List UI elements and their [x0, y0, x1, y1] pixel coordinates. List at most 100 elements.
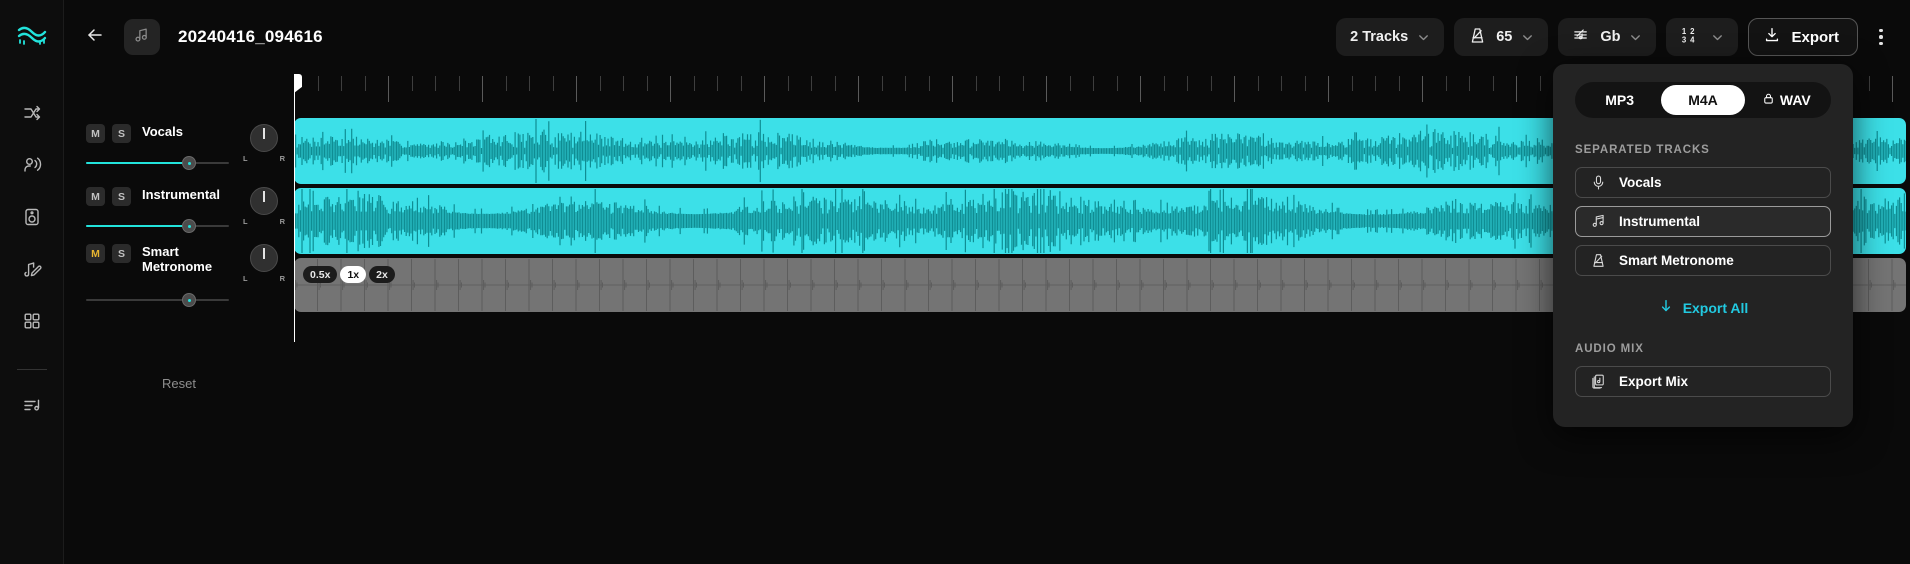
solo-button-smart-metronome[interactable]: S [112, 244, 131, 263]
key-selector[interactable]: Gb [1558, 18, 1657, 56]
ruler-tick [1116, 76, 1118, 91]
ruler-tick [482, 76, 483, 102]
metronome-icon [1468, 26, 1487, 49]
format-switch[interactable]: MP3 M4A WAV [1575, 82, 1831, 118]
volume-slider-instrumental[interactable] [86, 219, 229, 233]
separated-tracks-label: SEPARATED TRACKS [1575, 144, 1710, 156]
sidebar-item-apps[interactable] [12, 303, 52, 343]
speed-option-1[interactable]: 1x [340, 266, 367, 283]
back-button[interactable] [78, 20, 112, 54]
ruler-tick [693, 76, 695, 91]
sidebar-item-playlist[interactable] [12, 388, 52, 428]
pan-dial[interactable] [250, 124, 278, 152]
svg-text:3: 3 [1682, 35, 1687, 44]
ruler-tick [1069, 76, 1071, 91]
more-vertical-icon [1879, 28, 1883, 46]
export-mix-label: Export Mix [1619, 374, 1689, 389]
key-signature-icon [1572, 26, 1591, 49]
playback-speed-toggle[interactable]: 0.5x 1x 2x [303, 266, 395, 283]
export-dropdown-menu: MP3 M4A WAV SEPARATED TRACKS Vocals Inst… [1553, 64, 1853, 427]
ruler-tick [1281, 76, 1282, 91]
export-mix-button[interactable]: Export Mix [1575, 366, 1831, 397]
tempo-selector[interactable]: 65 [1454, 18, 1549, 56]
ruler-tick [1234, 76, 1235, 102]
reset-button[interactable]: Reset [64, 376, 294, 391]
sidebar-item-voice[interactable] [12, 147, 52, 187]
sidebar-item-share[interactable] [12, 95, 52, 135]
slider-knob[interactable] [181, 219, 196, 233]
project-thumbnail[interactable] [124, 19, 160, 55]
format-label-m4a: M4A [1688, 92, 1718, 108]
ruler-tick [364, 76, 366, 91]
export-item-label-instrumental: Instrumental [1619, 214, 1701, 229]
ruler-tick [529, 76, 530, 91]
share-arrows-icon [22, 103, 42, 128]
pan-left-label: L [243, 274, 248, 283]
pan-dial[interactable] [250, 187, 278, 215]
tracks-selector[interactable]: 2 Tracks [1336, 18, 1445, 56]
pan-control-smart-metronome[interactable]: L R [242, 244, 286, 283]
export-button[interactable]: Export [1748, 18, 1858, 56]
ruler-tick [1046, 76, 1047, 102]
time-signature-icon: 1 2 3 4 [1680, 25, 1702, 49]
mute-button-vocals[interactable]: M [86, 124, 105, 143]
stacked-files-icon [1590, 373, 1607, 390]
ruler-tick [905, 76, 906, 91]
format-option-mp3[interactable]: MP3 [1578, 85, 1661, 115]
solo-button-vocals[interactable]: S [112, 124, 131, 143]
pan-dial[interactable] [250, 244, 278, 272]
export-item-smart-metronome[interactable]: Smart Metronome [1575, 245, 1831, 276]
slider-knob[interactable] [181, 293, 196, 307]
export-all-button[interactable]: Export All [1575, 298, 1831, 317]
pan-right-label: R [279, 217, 285, 226]
pan-control-instrumental[interactable]: L R [242, 187, 286, 226]
toolbar-controls: 2 Tracks 65 Gb 1 2 3 4 Export [1336, 18, 1910, 56]
mute-button-instrumental[interactable]: M [86, 187, 105, 206]
slider-knob[interactable] [181, 156, 196, 170]
ruler-tick [1163, 76, 1165, 91]
metronome-icon [1590, 252, 1607, 269]
ruler-tick [1022, 76, 1024, 91]
format-option-wav[interactable]: WAV [1745, 85, 1828, 115]
ruler-tick [1375, 76, 1376, 91]
speed-option-2[interactable]: 2x [369, 266, 395, 283]
app-logo[interactable] [17, 24, 47, 51]
ruler-tick [623, 76, 624, 91]
sidebar-item-speaker[interactable] [12, 199, 52, 239]
export-item-vocals[interactable]: Vocals [1575, 167, 1831, 198]
pan-left-label: L [243, 217, 248, 226]
export-item-label-vocals: Vocals [1619, 175, 1662, 190]
volume-slider-vocals[interactable] [86, 156, 229, 170]
chevron-down-icon [1711, 31, 1724, 44]
sidebar-item-edit[interactable] [12, 251, 52, 291]
ruler-tick [1257, 76, 1259, 91]
chevron-down-icon [1417, 31, 1430, 44]
pan-control-vocals[interactable]: L R [242, 124, 286, 163]
ruler-tick [881, 76, 883, 91]
chevron-down-icon [1629, 31, 1642, 44]
solo-button-instrumental[interactable]: S [112, 187, 131, 206]
audio-mix-label: AUDIO MIX [1575, 343, 1644, 355]
format-option-m4a[interactable]: M4A [1661, 85, 1745, 115]
time-signature-selector[interactable]: 1 2 3 4 [1666, 18, 1739, 56]
track-control-smart-metronome: M S Smart Metronome L R [86, 244, 286, 307]
svg-text:4: 4 [1691, 35, 1696, 44]
mute-button-smart-metronome[interactable]: M [86, 244, 105, 263]
speed-option-0[interactable]: 0.5x [303, 266, 338, 283]
track-control-instrumental: M S Instrumental L R [86, 187, 286, 233]
volume-slider-smart-metronome[interactable] [86, 293, 229, 307]
ruler-tick [505, 76, 507, 91]
ruler-tick [435, 76, 436, 91]
format-label-wav: WAV [1779, 92, 1811, 108]
ruler-tick [1445, 76, 1447, 91]
ruler-tick [552, 76, 554, 91]
ruler-tick [388, 76, 389, 102]
ruler-tick [670, 76, 671, 102]
export-item-instrumental[interactable]: Instrumental [1575, 206, 1831, 237]
ruler-tick [646, 76, 648, 91]
playhead[interactable] [294, 74, 302, 342]
grid-apps-icon [22, 311, 42, 336]
music-note-icon [133, 26, 151, 49]
more-options-button[interactable] [1868, 18, 1894, 56]
ruler-tick [975, 76, 977, 91]
